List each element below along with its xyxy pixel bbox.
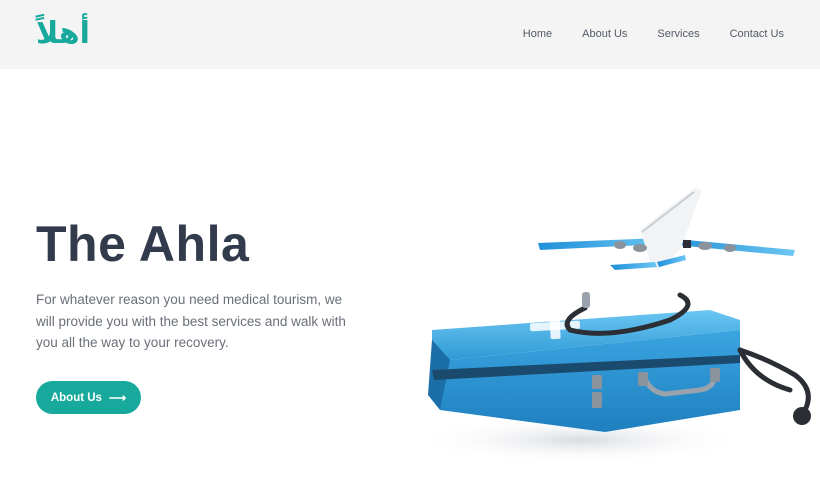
hero-title: The Ahla — [36, 216, 250, 272]
about-us-button[interactable]: About Us ⟶ — [36, 381, 141, 414]
main-nav: Home About Us Services Contact Us — [523, 27, 784, 41]
site-header: أهلاً Home About Us Services Contact Us — [0, 0, 820, 69]
medical-suitcase — [428, 310, 740, 432]
nav-item-services[interactable]: Services — [657, 27, 699, 41]
hero-description: For whatever reason you need medical tou… — [36, 292, 346, 350]
brand-logo[interactable]: أهلاً — [36, 14, 90, 54]
airplane — [538, 188, 795, 270]
arrow-right-icon: ⟶ — [108, 390, 127, 405]
about-us-button-label: About Us — [50, 391, 102, 404]
nav-item-contact-us[interactable]: Contact Us — [730, 27, 784, 41]
nav-item-about-us[interactable]: About Us — [582, 27, 627, 41]
nav-item-home[interactable]: Home — [523, 27, 552, 41]
medical-travel-illustration — [415, 188, 811, 464]
